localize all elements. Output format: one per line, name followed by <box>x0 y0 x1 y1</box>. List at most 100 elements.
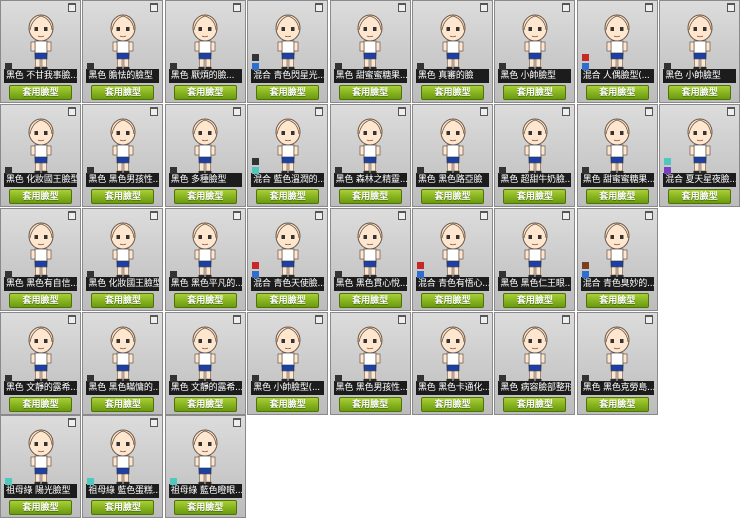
face-card[interactable]: 黑色 黑色平凡的... 套用臉型 <box>164 208 246 311</box>
face-card[interactable]: 黑色 黑色克勞島... 套用臉型 <box>576 312 658 415</box>
face-card[interactable]: 祖母綠 陽光臉型 套用臉型 <box>0 415 81 518</box>
apply-face-button[interactable]: 套用臉型 <box>503 293 567 308</box>
apply-face-button[interactable]: 套用臉型 <box>173 397 237 412</box>
apply-face-button[interactable]: 套用臉型 <box>173 500 237 515</box>
face-card[interactable]: 黑色 小帥臉型(... 套用臉型 <box>247 312 329 415</box>
apply-face-button[interactable]: 套用臉型 <box>173 293 237 308</box>
apply-face-button[interactable]: 套用臉型 <box>585 189 649 204</box>
face-card[interactable]: 黑色 化妝國王臉型 套用臉型 <box>82 208 164 311</box>
trash-icon[interactable] <box>644 3 653 12</box>
face-card[interactable]: 混合 人偶臉型(... 套用臉型 <box>576 0 658 103</box>
face-card[interactable]: 黑色 黑色瞞慵的... 套用臉型 <box>82 312 164 415</box>
trash-icon[interactable] <box>480 107 488 116</box>
face-card[interactable]: 黑色 厭煩的臉... 套用臉型 <box>164 0 246 103</box>
trash-icon[interactable] <box>68 418 76 427</box>
apply-face-button[interactable]: 套用臉型 <box>91 397 155 412</box>
face-card[interactable]: 混合 青色天使臉... 套用臉型 <box>247 208 329 311</box>
trash-icon[interactable] <box>150 315 159 324</box>
trash-icon[interactable] <box>562 211 571 220</box>
apply-face-button[interactable]: 套用臉型 <box>585 85 649 100</box>
apply-face-button[interactable]: 套用臉型 <box>91 85 155 100</box>
apply-face-button[interactable]: 套用臉型 <box>585 397 649 412</box>
apply-face-button[interactable]: 套用臉型 <box>9 85 72 100</box>
apply-face-button[interactable]: 套用臉型 <box>421 293 484 308</box>
face-card[interactable]: 混合 青色閃星光... 套用臉型 <box>247 0 329 103</box>
face-card[interactable]: 混合 夏天星夜臉... 套用臉型 <box>659 104 741 207</box>
face-card[interactable]: 黑色 黑色路亞臉 套用臉型 <box>412 104 493 207</box>
trash-icon[interactable] <box>480 3 488 12</box>
apply-face-button[interactable]: 套用臉型 <box>503 189 567 204</box>
trash-icon[interactable] <box>315 211 324 220</box>
face-card[interactable]: 黑色 化妝國王臉型 套用臉型 <box>0 104 81 207</box>
trash-icon[interactable] <box>315 107 324 116</box>
trash-icon[interactable] <box>480 211 488 220</box>
trash-icon[interactable] <box>727 3 736 12</box>
trash-icon[interactable] <box>232 418 241 427</box>
apply-face-button[interactable]: 套用臉型 <box>173 189 237 204</box>
face-card[interactable]: 黑色 文靜的露希... 套用臉型 <box>164 312 246 415</box>
trash-icon[interactable] <box>397 3 406 12</box>
face-card[interactable]: 黑色 小帥臉型 套用臉型 <box>494 0 576 103</box>
trash-icon[interactable] <box>232 107 241 116</box>
apply-face-button[interactable]: 套用臉型 <box>338 189 402 204</box>
face-card[interactable]: 黑色 超甜牛奶臉... 套用臉型 <box>494 104 576 207</box>
face-card[interactable]: 黑色 不甘我事臉... 套用臉型 <box>0 0 81 103</box>
trash-icon[interactable] <box>150 107 159 116</box>
trash-icon[interactable] <box>562 315 571 324</box>
trash-icon[interactable] <box>232 211 241 220</box>
face-card[interactable]: 混合 青色有悟心... 套用臉型 <box>412 208 493 311</box>
face-card[interactable]: 祖母綠 藍色瞪眼... 套用臉型 <box>164 415 246 518</box>
trash-icon[interactable] <box>480 315 488 324</box>
trash-icon[interactable] <box>397 107 406 116</box>
face-card[interactable]: 黑色 真審的臉 套用臉型 <box>412 0 493 103</box>
apply-face-button[interactable]: 套用臉型 <box>421 85 484 100</box>
apply-face-button[interactable]: 套用臉型 <box>421 189 484 204</box>
trash-icon[interactable] <box>68 315 76 324</box>
face-card[interactable]: 黑色 森林之精靈... 套用臉型 <box>329 104 411 207</box>
face-card[interactable]: 混合 藍色溫潤的... 套用臉型 <box>247 104 329 207</box>
face-card[interactable]: 祖母綠 藍色蛋糕... 套用臉型 <box>82 415 164 518</box>
face-card[interactable]: 黑色 黑色男孩性... 套用臉型 <box>329 312 411 415</box>
trash-icon[interactable] <box>150 3 159 12</box>
trash-icon[interactable] <box>397 315 406 324</box>
face-card[interactable]: 黑色 膽怯的臉型 套用臉型 <box>82 0 164 103</box>
apply-face-button[interactable]: 套用臉型 <box>503 397 567 412</box>
trash-icon[interactable] <box>232 315 241 324</box>
face-card[interactable]: 黑色 黑色仁王眼... 套用臉型 <box>494 208 576 311</box>
trash-icon[interactable] <box>644 211 653 220</box>
face-card[interactable]: 黑色 黑色男孩性... 套用臉型 <box>82 104 164 207</box>
face-card[interactable]: 黑色 甜蜜蜜糖果... 套用臉型 <box>576 104 658 207</box>
trash-icon[interactable] <box>562 3 571 12</box>
trash-icon[interactable] <box>68 211 76 220</box>
apply-face-button[interactable]: 套用臉型 <box>256 189 320 204</box>
apply-face-button[interactable]: 套用臉型 <box>9 500 72 515</box>
apply-face-button[interactable]: 套用臉型 <box>9 293 72 308</box>
face-card[interactable]: 黑色 甜蜜蜜糖果... 套用臉型 <box>329 0 411 103</box>
apply-face-button[interactable]: 套用臉型 <box>338 293 402 308</box>
face-card[interactable]: 黑色 小帥臉型 套用臉型 <box>659 0 741 103</box>
trash-icon[interactable] <box>315 315 324 324</box>
apply-face-button[interactable]: 套用臉型 <box>9 189 72 204</box>
apply-face-button[interactable]: 套用臉型 <box>91 189 155 204</box>
apply-face-button[interactable]: 套用臉型 <box>503 85 567 100</box>
apply-face-button[interactable]: 套用臉型 <box>668 189 732 204</box>
apply-face-button[interactable]: 套用臉型 <box>91 500 155 515</box>
apply-face-button[interactable]: 套用臉型 <box>256 293 320 308</box>
apply-face-button[interactable]: 套用臉型 <box>256 397 320 412</box>
face-card[interactable]: 黑色 病容臉部整形 套用臉型 <box>494 312 576 415</box>
apply-face-button[interactable]: 套用臉型 <box>421 397 484 412</box>
apply-face-button[interactable]: 套用臉型 <box>256 85 320 100</box>
apply-face-button[interactable]: 套用臉型 <box>9 397 72 412</box>
trash-icon[interactable] <box>397 211 406 220</box>
face-card[interactable]: 黑色 黑色有自信... 套用臉型 <box>0 208 81 311</box>
apply-face-button[interactable]: 套用臉型 <box>173 85 237 100</box>
trash-icon[interactable] <box>232 3 241 12</box>
trash-icon[interactable] <box>315 3 324 12</box>
apply-face-button[interactable]: 套用臉型 <box>338 397 402 412</box>
face-card[interactable]: 黑色 多種臉型 套用臉型 <box>164 104 246 207</box>
face-card[interactable]: 黑色 文靜的露希... 套用臉型 <box>0 312 81 415</box>
trash-icon[interactable] <box>644 315 653 324</box>
apply-face-button[interactable]: 套用臉型 <box>91 293 155 308</box>
trash-icon[interactable] <box>644 107 653 116</box>
apply-face-button[interactable]: 套用臉型 <box>585 293 649 308</box>
